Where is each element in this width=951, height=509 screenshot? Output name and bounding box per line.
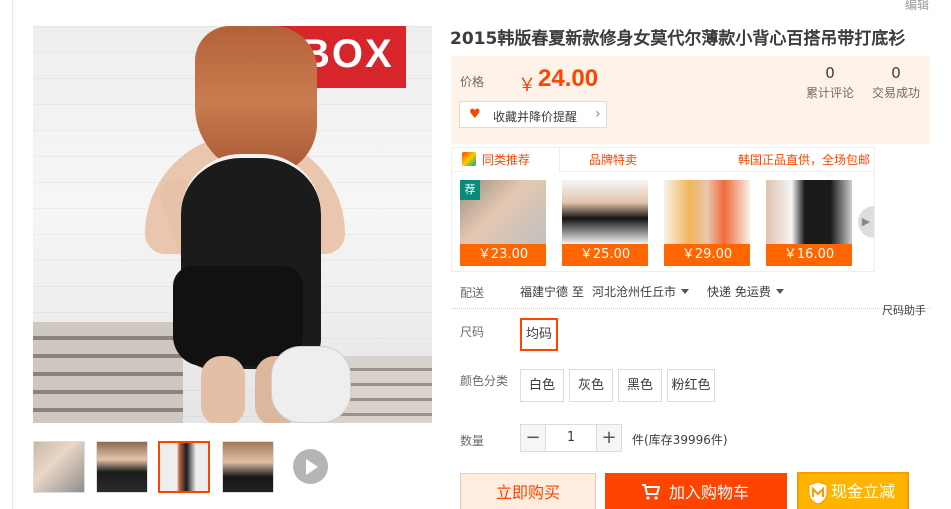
page-left-border xyxy=(12,0,13,509)
recommendation-panel: 同类推荐 品牌特卖 韩国正品直供，全场包邮 荐 ￥23.00 ￥25.00 ￥2… xyxy=(451,147,875,272)
product-title: 2015韩版春夏新款修身女莫代尔薄款小背心百搭吊带打底衫 xyxy=(450,29,906,49)
chevron-right-icon: › xyxy=(595,106,601,122)
size-option-one-size[interactable]: 均码 xyxy=(520,318,558,351)
thumbnail-strip xyxy=(33,441,333,493)
sales-count: 0 xyxy=(891,64,901,82)
recommendation-item-4[interactable]: ￥16.00 xyxy=(766,180,852,266)
add-to-cart-label: 加入购物车 xyxy=(669,483,750,502)
tab-similar[interactable]: 同类推荐 xyxy=(462,148,560,173)
cash-discount-label: 现金立减 xyxy=(831,482,896,501)
shield-m-icon xyxy=(808,481,828,505)
model-coat xyxy=(271,346,351,423)
edit-link[interactable]: 编辑 xyxy=(905,0,929,13)
cart-icon xyxy=(642,484,660,500)
cash-discount-button[interactable]: 现金立减 xyxy=(797,472,909,509)
thumbnail-2-image xyxy=(97,442,147,492)
thumbnail-3-image xyxy=(160,443,208,491)
quantity-increase-button[interactable]: + xyxy=(596,424,622,452)
price-label: 价格 xyxy=(460,75,485,89)
quantity-label: 数量 xyxy=(460,434,485,448)
price-currency: ￥ xyxy=(518,75,536,96)
size-helper-link[interactable]: 尺码助手 xyxy=(882,302,926,318)
favorite-label: 收藏并降价提醒 xyxy=(493,110,578,124)
reviews-label: 累计评论 xyxy=(805,86,854,100)
recommendation-item-2-image xyxy=(562,180,648,244)
recommend-badge: 荐 xyxy=(460,180,480,200)
reviews-count: 0 xyxy=(825,64,835,82)
product-page: 编辑 BOX 2015韩版春夏新款修身女莫代尔薄款小背心百搭吊带打底衫 价格 ￥… xyxy=(0,0,951,509)
price-panel: 价格 ￥ 24.00 0 累计评论 0 交易成功 ♥ 收藏并降价提醒 › xyxy=(451,56,930,144)
recommendation-next-arrow-icon[interactable]: ▶ xyxy=(858,206,874,238)
caret-down-icon xyxy=(681,289,690,294)
tmall-m-icon xyxy=(462,152,476,166)
caret-down-icon xyxy=(775,289,784,294)
model-leg-left xyxy=(201,356,245,423)
reviews-stat[interactable]: 0 累计评论 xyxy=(805,64,855,101)
stock-text: 件(库存39996件) xyxy=(632,433,728,447)
color-option-gray[interactable]: 灰色 xyxy=(569,369,613,402)
delivery-label: 配送 xyxy=(460,286,485,300)
thumbnail-4[interactable] xyxy=(222,441,274,493)
color-option-white[interactable]: 白色 xyxy=(520,369,564,402)
video-play-icon[interactable] xyxy=(293,449,328,484)
thumbnail-2[interactable] xyxy=(96,441,148,493)
recommendation-item-3-image xyxy=(664,180,750,244)
color-label: 颜色分类 xyxy=(460,374,509,388)
delivery-destination-text: 河北沧州任丘市 xyxy=(592,285,677,299)
tab-similar-label: 同类推荐 xyxy=(482,153,531,167)
recommendation-item-4-price: ￥16.00 xyxy=(766,244,852,266)
heart-icon: ♥ xyxy=(469,107,481,122)
thumbnail-1-image xyxy=(34,442,84,492)
sales-stat[interactable]: 0 交易成功 xyxy=(870,64,922,101)
main-product-photo[interactable]: BOX xyxy=(33,26,432,423)
delivery-destination-select[interactable]: 河北沧州任丘市 xyxy=(592,283,690,300)
quantity-decrease-button[interactable]: − xyxy=(520,424,546,452)
recommendation-item-2-price: ￥25.00 xyxy=(562,244,648,266)
sales-label: 交易成功 xyxy=(871,86,920,100)
recommendation-item-4-image xyxy=(766,180,852,244)
recommendation-item-1-price: ￥23.00 xyxy=(460,244,546,266)
photo-stairs xyxy=(33,322,183,423)
shipping-method-text: 快递 免运费 xyxy=(707,285,771,299)
recommendation-item-3-price: ￥29.00 xyxy=(664,244,750,266)
shipping-method-select[interactable]: 快递 免运费 xyxy=(707,283,784,300)
recommendation-tabs: 同类推荐 品牌特卖 韩国正品直供，全场包邮 xyxy=(452,148,874,173)
color-option-black[interactable]: 黑色 xyxy=(618,369,662,402)
tab-brand-sale[interactable]: 品牌特卖 xyxy=(589,148,637,172)
price-value: 24.00 xyxy=(538,65,599,92)
quantity-input[interactable]: 1 xyxy=(546,424,596,452)
delivery-from: 福建宁德 至 xyxy=(520,285,584,299)
color-option-pink[interactable]: 粉红色 xyxy=(667,369,715,402)
recommendation-promo: 韩国正品直供，全场包邮 xyxy=(737,153,870,167)
add-to-cart-button[interactable]: 加入购物车 xyxy=(605,473,787,509)
recommendation-item-3[interactable]: ￥29.00 xyxy=(664,180,750,266)
thumbnail-4-image xyxy=(223,442,273,492)
section-divider xyxy=(451,308,930,309)
buy-now-button[interactable]: 立即购买 xyxy=(460,473,596,509)
recommendation-item-1[interactable]: 荐 ￥23.00 xyxy=(460,180,546,266)
recommendation-item-2[interactable]: ￥25.00 xyxy=(562,180,648,266)
thumbnail-1[interactable] xyxy=(33,441,85,493)
thumbnail-3[interactable] xyxy=(158,441,210,493)
favorite-price-alert-button[interactable]: ♥ 收藏并降价提醒 › xyxy=(459,101,607,128)
size-label: 尺码 xyxy=(460,325,485,339)
